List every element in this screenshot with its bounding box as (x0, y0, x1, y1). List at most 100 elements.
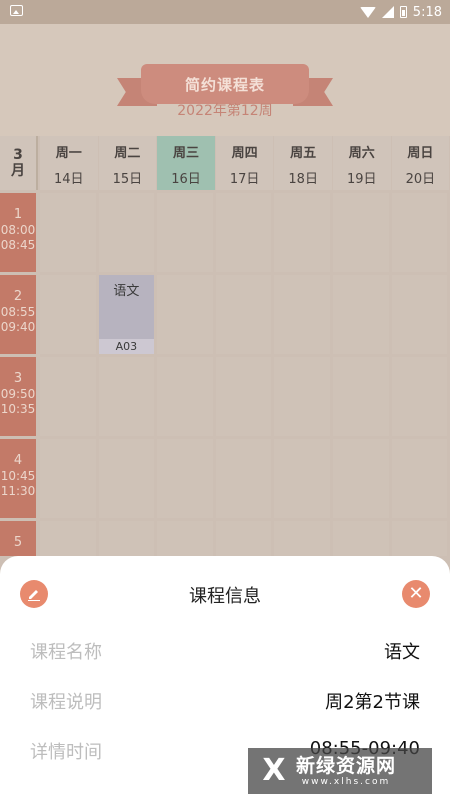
timetable-cell[interactable] (391, 193, 448, 272)
timetable-cell[interactable] (391, 521, 448, 556)
status-time: 5:18 (412, 4, 442, 20)
app-title: 简约课程表 (141, 64, 309, 104)
timetable-cell[interactable] (40, 357, 96, 436)
timetable-cell[interactable] (98, 193, 155, 272)
timetable-cell[interactable] (98, 357, 155, 436)
period-label: 1 08:00 08:45 (0, 193, 36, 272)
timetable-cell[interactable] (157, 521, 213, 556)
weekday-column-header: 周六 19日 (333, 136, 391, 190)
period-start: 10:45 (0, 469, 36, 483)
weekday-column-header: 周四 17日 (215, 136, 274, 190)
weekday-date: 19日 (347, 172, 377, 187)
info-row-name: 课程名称 语文 (30, 638, 420, 668)
info-label: 课程说明 (30, 692, 102, 713)
watermark-logo-icon: X (262, 753, 286, 788)
watermark-url: www.xlhs.com (301, 776, 391, 787)
timetable-cell[interactable] (391, 275, 448, 354)
month-unit: 月 (11, 163, 25, 179)
weekday-date: 15日 (112, 172, 143, 187)
timetable-cell[interactable] (157, 275, 213, 354)
period-end: 10:35 (0, 402, 36, 416)
wifi-icon (359, 6, 376, 18)
period-end: 08:45 (0, 238, 36, 252)
period-label: 2 08:55 09:40 (0, 275, 36, 354)
month-number: 3 (13, 147, 23, 163)
timetable-cell[interactable] (274, 193, 330, 272)
info-value: 语文 (384, 642, 420, 663)
timetable-cell[interactable] (391, 357, 448, 436)
timetable-cell[interactable] (40, 275, 96, 354)
weekday-column-header: 周五 18日 (274, 136, 332, 190)
battery-icon (399, 6, 407, 18)
timetable-cell[interactable] (333, 357, 389, 436)
timetable-cell[interactable] (274, 357, 330, 436)
weekday-header: 3 月 周一 14日 周二 15日 周三 16日 周四 17日 周五 18日 周六 19日 周日 20日 (0, 136, 450, 190)
period-num: 5 (13, 535, 23, 550)
week-title[interactable]: 2022年第12周 (0, 100, 450, 120)
weekday-column-header: 周一 14日 (40, 136, 98, 190)
month-cell: 3 月 (0, 136, 38, 190)
sheet-title: 课程信息 (189, 586, 261, 607)
timetable-cell[interactable] (98, 521, 155, 556)
course-block[interactable]: 语文 A03 (98, 275, 155, 354)
close-icon: ✕ (408, 583, 424, 604)
image-notification-icon (10, 5, 23, 16)
timetable-cell[interactable] (40, 439, 96, 518)
info-value: 周2第2节课 (325, 692, 420, 713)
period-num: 2 (13, 289, 23, 304)
weekday-date: 17日 (229, 172, 260, 187)
weekday-date: 20日 (405, 172, 436, 187)
timetable-cell[interactable] (98, 439, 155, 518)
timetable-cell[interactable] (333, 193, 389, 272)
weekday-date: 14日 (54, 172, 84, 187)
timetable-cell[interactable] (274, 521, 330, 556)
weekday-column-header: 周二 15日 (98, 136, 157, 190)
timetable-cell[interactable] (333, 521, 389, 556)
timetable-cell[interactable] (215, 357, 272, 436)
period-end: 09:40 (0, 320, 36, 334)
weekday-date: 16日 (171, 172, 201, 187)
period-end: 11:30 (0, 484, 36, 498)
weekday-date: 18日 (288, 172, 318, 187)
signal-icon (381, 6, 394, 18)
weekday-label: 周三 (172, 146, 199, 161)
period-num: 1 (13, 207, 23, 222)
timetable-cell[interactable] (215, 275, 272, 354)
header: 简约课程表 2022年第12周 (0, 24, 450, 136)
info-label: 详情时间 (30, 742, 102, 763)
weekday-label: 周五 (290, 146, 317, 161)
timetable-cell[interactable] (274, 439, 330, 518)
timetable-cell[interactable] (391, 439, 448, 518)
weekday-label: 周二 (114, 146, 141, 161)
weekday-label: 周六 (348, 146, 375, 161)
timetable-grid: 1 08:00 08:45 2 08:55 09:40 3 09:50 10:35 4 10:45 1… (0, 193, 450, 556)
close-button[interactable]: ✕ (402, 580, 430, 608)
info-row-desc: 课程说明 周2第2节课 (30, 688, 420, 718)
info-label: 课程名称 (30, 642, 102, 663)
period-start: 08:00 (0, 223, 36, 237)
timetable-cell[interactable] (215, 521, 272, 556)
timetable-cell[interactable] (157, 357, 213, 436)
timetable-cell[interactable] (40, 193, 96, 272)
status-bar: 5:18 (0, 0, 450, 24)
period-num: 3 (13, 371, 23, 386)
period-start: 08:55 (0, 305, 36, 319)
weekday-label: 周日 (407, 146, 434, 161)
period-label: 3 09:50 10:35 (0, 357, 36, 436)
weekday-column-header: 周三 16日 (157, 136, 215, 190)
weekday-column-header: 周日 20日 (391, 136, 450, 190)
watermark: X 新绿资源网 www.xlhs.com (248, 748, 432, 794)
timetable-cell[interactable] (333, 275, 389, 354)
timetable-cell[interactable] (40, 521, 96, 556)
timetable-cell[interactable] (274, 275, 330, 354)
timetable-cell[interactable] (333, 439, 389, 518)
timetable-cell[interactable] (215, 439, 272, 518)
watermark-name: 新绿资源网 (296, 754, 397, 777)
timetable-cell[interactable] (215, 193, 272, 272)
course-name: 语文 (113, 284, 140, 299)
period-num: 4 (13, 453, 23, 468)
course-room: A03 (98, 339, 155, 354)
timetable-cell[interactable] (157, 193, 213, 272)
weekday-label: 周一 (55, 146, 82, 161)
timetable-cell[interactable] (157, 439, 213, 518)
